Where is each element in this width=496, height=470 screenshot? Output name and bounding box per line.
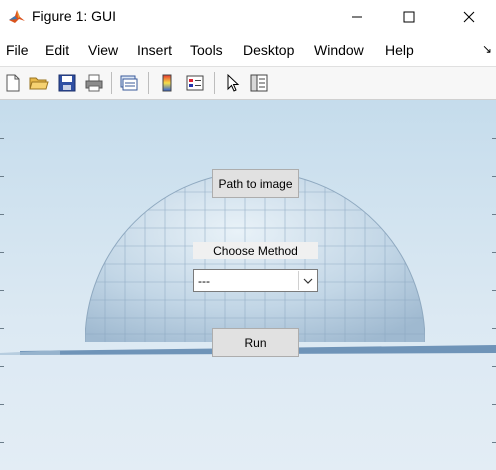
axis-tick: [0, 328, 4, 329]
maximize-icon: [403, 11, 415, 22]
axis-tick: [0, 290, 4, 291]
menu-window[interactable]: Window: [314, 42, 364, 58]
minimize-icon: [352, 16, 362, 17]
method-select-value: ---: [198, 274, 210, 288]
menu-view[interactable]: View: [88, 42, 118, 58]
figure-canvas: Path to image Choose Method --- Run: [0, 100, 496, 470]
axis-tick: [492, 176, 496, 177]
close-icon: [463, 11, 475, 22]
menu-insert[interactable]: Insert: [137, 42, 172, 58]
axis-tick: [0, 366, 4, 367]
new-figure-icon[interactable]: [3, 73, 23, 93]
axis-tick: [492, 328, 496, 329]
menu-tools[interactable]: Tools: [190, 42, 223, 58]
axis-tick: [0, 138, 4, 139]
figure-toolbar: [0, 66, 496, 100]
menu-help[interactable]: Help: [385, 42, 414, 58]
minimize-button[interactable]: [334, 0, 380, 33]
toolbar-separator: [111, 72, 112, 94]
choose-method-label: Choose Method: [193, 242, 318, 259]
axis-tick: [492, 214, 496, 215]
toolbar-separator: [148, 72, 149, 94]
property-inspector-icon[interactable]: [249, 73, 269, 93]
axis-tick: [492, 252, 496, 253]
title-bar: Figure 1: GUI: [0, 0, 496, 33]
axis-tick: [492, 366, 496, 367]
close-button[interactable]: [446, 0, 492, 33]
axis-tick: [492, 442, 496, 443]
axis-tick: [0, 176, 4, 177]
matlab-logo-icon: [8, 7, 26, 25]
toolbar-separator: [214, 72, 215, 94]
axis-tick: [492, 290, 496, 291]
axis-tick: [492, 404, 496, 405]
dock-arrow-icon[interactable]: ↘: [482, 42, 492, 56]
menu-bar: File Edit View Insert Tools Desktop Wind…: [0, 38, 496, 62]
axis-tick: [0, 442, 4, 443]
save-icon[interactable]: [57, 73, 77, 93]
colorbar-icon[interactable]: [157, 73, 177, 93]
path-to-image-button[interactable]: Path to image: [212, 169, 299, 198]
maximize-button[interactable]: [386, 0, 432, 33]
menu-desktop[interactable]: Desktop: [243, 42, 294, 58]
axis-tick: [0, 252, 4, 253]
axis-tick: [0, 404, 4, 405]
window-title: Figure 1: GUI: [32, 8, 117, 24]
pointer-icon[interactable]: [223, 73, 243, 93]
run-button[interactable]: Run: [212, 328, 299, 357]
axis-tick: [0, 214, 4, 215]
open-file-icon[interactable]: [29, 73, 49, 93]
link-figure-icon[interactable]: [119, 73, 139, 93]
menu-file[interactable]: File: [6, 42, 29, 58]
menu-edit[interactable]: Edit: [45, 42, 69, 58]
method-select[interactable]: ---: [193, 269, 318, 292]
legend-icon[interactable]: [185, 73, 205, 93]
print-icon[interactable]: [84, 73, 104, 93]
axis-tick: [492, 138, 496, 139]
chevron-down-icon[interactable]: [298, 271, 316, 290]
